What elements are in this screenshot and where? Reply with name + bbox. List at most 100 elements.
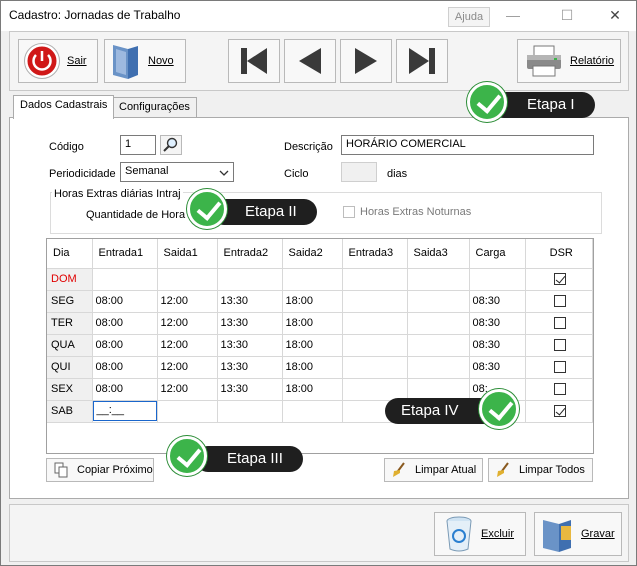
- entrada3-cell[interactable]: [342, 356, 408, 379]
- first-record-button[interactable]: [228, 39, 280, 83]
- entrada1-cell[interactable]: 08:00: [92, 334, 158, 357]
- dsr-checkbox[interactable]: [553, 317, 566, 330]
- dsr-checkbox[interactable]: [553, 383, 566, 396]
- check-badge-icon: [467, 82, 507, 122]
- minimize-icon[interactable]: —: [498, 5, 528, 25]
- carga-cell: 08:30: [469, 312, 526, 335]
- dsr-checkbox[interactable]: [553, 361, 566, 374]
- dsr-cell[interactable]: [525, 378, 593, 401]
- saida2-cell[interactable]: 18:00: [282, 356, 343, 379]
- clear-current-button[interactable]: Limpar Atual: [384, 458, 483, 482]
- dsr-cell[interactable]: [525, 356, 593, 379]
- saida3-cell[interactable]: [407, 312, 470, 335]
- saida2-cell[interactable]: [282, 400, 343, 423]
- entrada2-cell[interactable]: 13:30: [217, 312, 283, 335]
- saida2-cell[interactable]: 18:00: [282, 290, 343, 313]
- dsr-cell[interactable]: [525, 268, 593, 291]
- next-record-button[interactable]: [340, 39, 392, 83]
- entrada1-editor[interactable]: __:__: [92, 401, 157, 421]
- dsr-cell[interactable]: [525, 290, 593, 313]
- power-icon: [24, 43, 60, 79]
- delete-button[interactable]: Excluir: [434, 512, 526, 556]
- entrada2-cell[interactable]: 13:30: [217, 334, 283, 357]
- night-overtime-checkbox[interactable]: [343, 206, 355, 218]
- search-icon: [163, 137, 178, 152]
- next-icon: [355, 48, 377, 74]
- exit-label: Sair: [67, 55, 87, 67]
- entrada2-cell[interactable]: 13:30: [217, 356, 283, 379]
- column-header-entrada1: Entrada1: [92, 239, 158, 269]
- saida3-cell[interactable]: [407, 268, 470, 291]
- code-field[interactable]: 1: [120, 135, 156, 155]
- dsr-cell[interactable]: [525, 400, 593, 423]
- saida1-cell[interactable]: 12:00: [157, 334, 218, 357]
- dsr-checkbox[interactable]: [553, 339, 566, 352]
- description-label: Descrição: [284, 141, 333, 153]
- saida1-cell[interactable]: 12:00: [157, 356, 218, 379]
- saida1-cell[interactable]: [157, 400, 218, 423]
- saida1-cell[interactable]: 12:00: [157, 378, 218, 401]
- column-header-entrada3: Entrada3: [342, 239, 408, 269]
- description-field[interactable]: HORÁRIO COMERCIAL: [341, 135, 594, 155]
- saida3-cell[interactable]: [407, 356, 470, 379]
- entrada1-cell[interactable]: [92, 268, 158, 291]
- cycle-unit: dias: [387, 168, 408, 180]
- periodicity-select[interactable]: Semanal: [120, 162, 234, 182]
- help-button[interactable]: Ajuda: [448, 7, 490, 27]
- entrada2-cell[interactable]: [217, 268, 283, 291]
- saida1-cell[interactable]: 12:00: [157, 290, 218, 313]
- window: Cadastro: Jornadas de Trabalho Ajuda — ☐…: [0, 0, 637, 566]
- tab-dados-cadastrais[interactable]: Dados Cadastrais: [13, 95, 115, 119]
- dsr-cell[interactable]: [525, 312, 593, 335]
- cycle-label: Ciclo: [284, 168, 309, 180]
- clear-all-label: Limpar Todos: [519, 464, 585, 476]
- last-record-button[interactable]: [396, 39, 448, 83]
- entrada3-cell[interactable]: [342, 290, 408, 313]
- saida3-cell[interactable]: [407, 290, 470, 313]
- entrada1-cell[interactable]: 08:00: [92, 356, 158, 379]
- column-header-saida2: Saida2: [282, 239, 343, 269]
- copy-next-button[interactable]: Copiar Próximo: [46, 458, 154, 482]
- entrada2-cell[interactable]: [217, 400, 283, 423]
- column-header-dsr: DSR: [525, 239, 593, 269]
- code-search-button[interactable]: [160, 135, 182, 155]
- saida3-cell[interactable]: [407, 334, 470, 357]
- entrada1-cell[interactable]: __:__: [92, 400, 158, 423]
- saida2-cell[interactable]: 18:00: [282, 334, 343, 357]
- entrada3-cell[interactable]: [342, 312, 408, 335]
- periodicity-value: Semanal: [125, 165, 169, 177]
- entrada2-cell[interactable]: 13:30: [217, 290, 283, 313]
- entrada3-cell[interactable]: [342, 268, 408, 291]
- save-button[interactable]: Gravar: [534, 512, 622, 556]
- tab-configuracoes[interactable]: Configurações: [112, 97, 197, 118]
- saida2-cell[interactable]: 18:00: [282, 378, 343, 401]
- maximize-icon[interactable]: ☐: [552, 5, 582, 25]
- dsr-cell[interactable]: [525, 334, 593, 357]
- report-button[interactable]: Relatório: [517, 39, 621, 83]
- day-cell: DOM: [47, 268, 93, 291]
- close-icon[interactable]: ✕: [600, 5, 630, 25]
- saida3-cell[interactable]: [407, 378, 470, 401]
- dsr-checkbox[interactable]: [553, 273, 566, 286]
- entrada1-cell[interactable]: 08:00: [92, 312, 158, 335]
- new-button[interactable]: Novo: [104, 39, 186, 83]
- previous-record-button[interactable]: [284, 39, 336, 83]
- entrada1-cell[interactable]: 08:00: [92, 378, 158, 401]
- cycle-field[interactable]: [341, 162, 377, 182]
- entrada2-cell[interactable]: 13:30: [217, 378, 283, 401]
- saida2-cell[interactable]: 18:00: [282, 312, 343, 335]
- dsr-checkbox[interactable]: [553, 295, 566, 308]
- entrada3-cell[interactable]: [342, 378, 408, 401]
- skip-first-icon: [241, 48, 267, 74]
- entrada3-cell[interactable]: [342, 334, 408, 357]
- exit-button[interactable]: Sair: [18, 39, 98, 83]
- table-row: TER 08:00 12:00 13:30 18:00 08:30: [47, 312, 593, 335]
- entrada1-cell[interactable]: 08:00: [92, 290, 158, 313]
- saida1-cell[interactable]: 12:00: [157, 312, 218, 335]
- dsr-checkbox[interactable]: [553, 405, 566, 418]
- saida1-cell[interactable]: [157, 268, 218, 291]
- clear-all-button[interactable]: Limpar Todos: [488, 458, 593, 482]
- table-row: SEG 08:00 12:00 13:30 18:00 08:30: [47, 290, 593, 313]
- carga-cell: [469, 268, 526, 291]
- saida2-cell[interactable]: [282, 268, 343, 291]
